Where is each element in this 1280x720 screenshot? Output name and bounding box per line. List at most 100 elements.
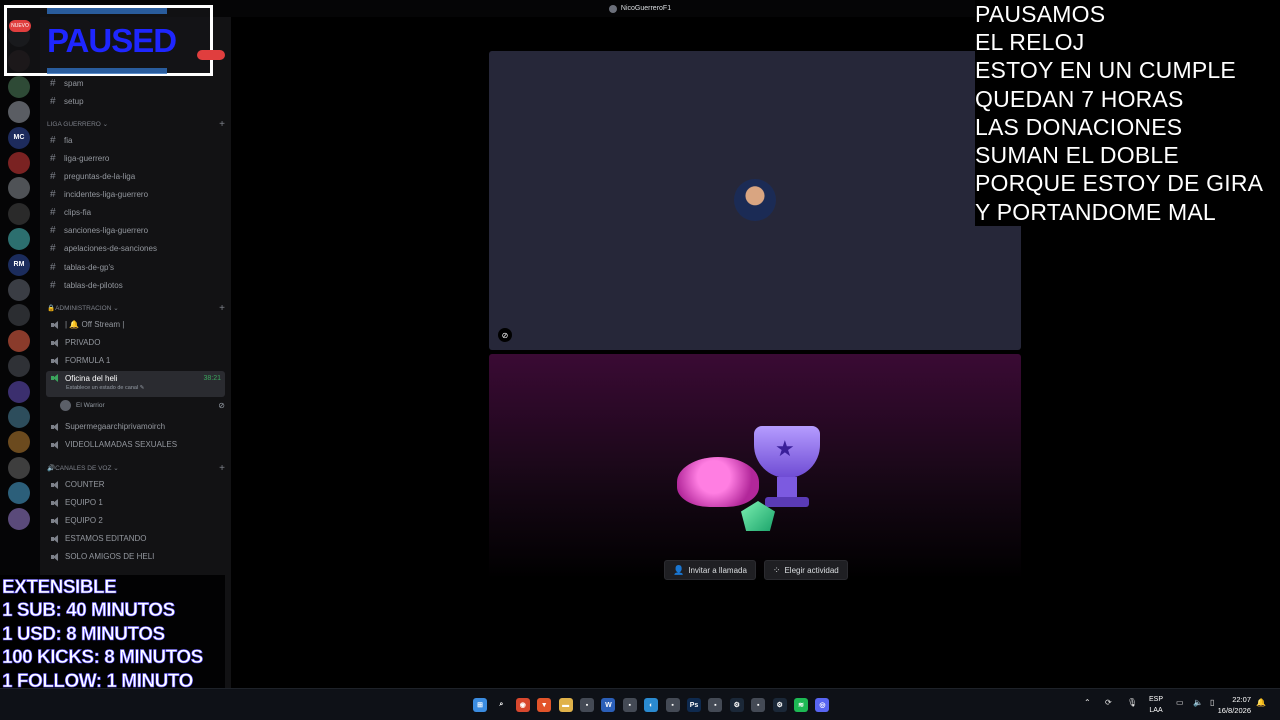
server-icon[interactable] [8, 152, 30, 174]
channel-apelaciones[interactable]: # apelaciones-de-sanciones [46, 240, 225, 257]
choose-activity-button[interactable]: ⁘ Elegir actividad [763, 560, 848, 580]
windows-icon[interactable]: ⊞ [473, 698, 487, 712]
taskbar: ESP LAA ⌃ ⟳ 🎙 ▭ 🔈 ▯ 22:07 16/8/2026 🔔 ⊞ ⌕ ◉ ▼… [0, 688, 1280, 720]
voice-oficina-del-heli[interactable]: Oficina del heli 38:21 Establece un esta… [46, 371, 225, 397]
hash-icon: # [50, 78, 56, 89]
category-administracion[interactable]: 🔒ADMINISTRACION ⌄ + [47, 302, 225, 314]
chevron-up-icon[interactable]: ⌃ [1084, 698, 1091, 707]
chrome-icon[interactable]: ◉ [515, 698, 530, 712]
voice-formula-1[interactable]: FORMULA 1 [46, 352, 225, 369]
server-icon[interactable]: MC [8, 126, 30, 149]
trophy-stem [777, 477, 797, 499]
overlay-line: PAUSAMOS [975, 1, 1106, 27]
server-icon[interactable]: RM [8, 253, 30, 276]
channel-name: VIDEOLLAMADAS SEXUALES [65, 440, 178, 449]
app-icon[interactable]: ▪ [708, 698, 723, 712]
add-channel-icon[interactable]: + [219, 119, 225, 130]
steam-icon[interactable]: ⚙ [772, 698, 787, 712]
overlay-line: 100 KICKS: 8 MINUTOS [2, 647, 204, 669]
speaker-icon [50, 480, 62, 489]
app-icon[interactable]: ▪ [751, 698, 766, 712]
microphone-icon[interactable]: 🎙 [1127, 698, 1137, 707]
overlay-line: PORQUE ESTOY DE GIRA [975, 170, 1264, 196]
server-icon[interactable] [8, 75, 30, 98]
voice-estamos-editando[interactable]: ESTAMOS EDITANDO [46, 530, 225, 547]
word-icon[interactable]: W [601, 698, 616, 712]
search-icon[interactable]: ⌕ [494, 698, 508, 712]
voice-off-stream[interactable]: | 🔔 Off Stream | [46, 316, 225, 333]
discord-icon[interactable]: ◎ [815, 698, 830, 712]
activity-icon: ⁘ [772, 564, 781, 575]
channel-preguntas[interactable]: # preguntas-de-la-liga [46, 168, 225, 185]
hash-icon: # [50, 135, 56, 146]
channel-liga-guerrero[interactable]: # liga-guerrero [46, 150, 225, 167]
voice-videollamadas[interactable]: VIDEOLLAMADAS SEXUALES [46, 436, 225, 453]
channel-setup[interactable]: # setup [46, 93, 225, 110]
notification-icon[interactable]: 🔔 [1256, 698, 1266, 707]
brave-icon[interactable]: ▼ [537, 698, 552, 712]
voice-counter[interactable]: COUNTER [46, 476, 225, 493]
server-icon[interactable] [8, 329, 30, 352]
speaker-icon [50, 498, 62, 507]
voice-equipo-2[interactable]: EQUIPO 2 [46, 512, 225, 529]
channel-tablas-pilotos[interactable]: # tablas-de-pilotos [46, 277, 225, 294]
steam-icon[interactable]: ⚙ [729, 698, 744, 712]
clock[interactable]: 22:07 16/8/2026 [1218, 694, 1251, 716]
category-canales-de-voz[interactable]: 🔊CANALES DE VOZ ⌄ + [47, 462, 225, 474]
photoshop-icon[interactable]: Ps [687, 698, 701, 712]
channel-incidentes[interactable]: # incidentes-liga-guerrero [46, 186, 225, 203]
voice-equipo-1[interactable]: EQUIPO 1 [46, 494, 225, 511]
server-icon[interactable] [8, 355, 30, 378]
channel-spam[interactable]: # spam [46, 75, 225, 92]
channel-name: apelaciones-de-sanciones [64, 244, 157, 253]
server-icon[interactable] [8, 177, 30, 200]
server-icon[interactable] [8, 456, 30, 479]
server-icon[interactable] [8, 101, 30, 124]
server-icon[interactable] [8, 431, 30, 454]
explorer-icon[interactable]: ▬ [558, 698, 573, 712]
channel-tablas-gps[interactable]: # tablas-de-gp's [46, 259, 225, 276]
server-icon[interactable] [8, 304, 30, 327]
server-icon[interactable] [8, 202, 30, 225]
channel-sanciones[interactable]: # sanciones-liga-guerrero [46, 222, 225, 239]
overlay-strip [47, 68, 167, 74]
network-icon[interactable]: ▭ [1176, 698, 1184, 707]
sync-icon[interactable]: ⟳ [1105, 698, 1112, 707]
shell-illustration [677, 457, 759, 507]
app-icon[interactable]: ▪ [580, 698, 594, 712]
channel-name: PRIVADO [65, 338, 101, 347]
channel-fia[interactable]: # fia [46, 132, 225, 149]
add-channel-icon[interactable]: + [219, 303, 225, 314]
server-icon[interactable] [8, 406, 30, 428]
app-icon[interactable]: ▪ [665, 698, 680, 712]
volume-icon[interactable]: 🔈 [1193, 698, 1203, 707]
server-icon[interactable] [8, 228, 30, 251]
server-icon[interactable] [8, 380, 30, 403]
voice-supermega[interactable]: Supermegaarchiprivamoirch [46, 418, 225, 435]
server-icon[interactable] [8, 507, 30, 530]
overlay-line: SUMAN EL DOBLE [975, 142, 1179, 168]
category-label: 🔒ADMINISTRACION [47, 305, 112, 312]
overlay-line: QUEDAN 7 HORAS [975, 86, 1184, 112]
battery-icon[interactable]: ▯ [1210, 698, 1214, 707]
server-icon[interactable] [8, 482, 30, 505]
participant-tile[interactable]: ⊘ [489, 51, 1021, 350]
voice-privado[interactable]: PRIVADO [46, 334, 225, 351]
server-icon[interactable] [8, 279, 30, 301]
invite-button[interactable]: 👤 Invitar a llamada [664, 560, 756, 580]
hash-icon: # [50, 262, 56, 273]
voice-user[interactable]: El Warrior ⊘ [60, 398, 225, 412]
channel-name: COUNTER [65, 480, 105, 489]
spotify-icon[interactable]: ≋ [794, 698, 808, 712]
channel-clips-fia[interactable]: # clips-fia [46, 204, 225, 221]
app-icon[interactable]: ▪ [622, 698, 637, 712]
add-channel-icon[interactable]: + [219, 463, 225, 474]
edge-icon[interactable]: ◐ [644, 698, 659, 712]
overlay-line: Y PORTANDOME MAL [975, 199, 1216, 225]
channel-name: SOLO AMIGOS DE HELI [65, 552, 155, 561]
voice-solo-amigos[interactable]: SOLO AMIGOS DE HELI [46, 548, 225, 565]
language-indicator[interactable]: ESP LAA [1149, 694, 1163, 716]
category-liga-guerrero[interactable]: LIGA GUERRERO ⌄ + [47, 118, 225, 130]
channel-status[interactable]: Establece un estado de canal ✎ [66, 385, 144, 391]
speaker-icon [50, 338, 62, 347]
